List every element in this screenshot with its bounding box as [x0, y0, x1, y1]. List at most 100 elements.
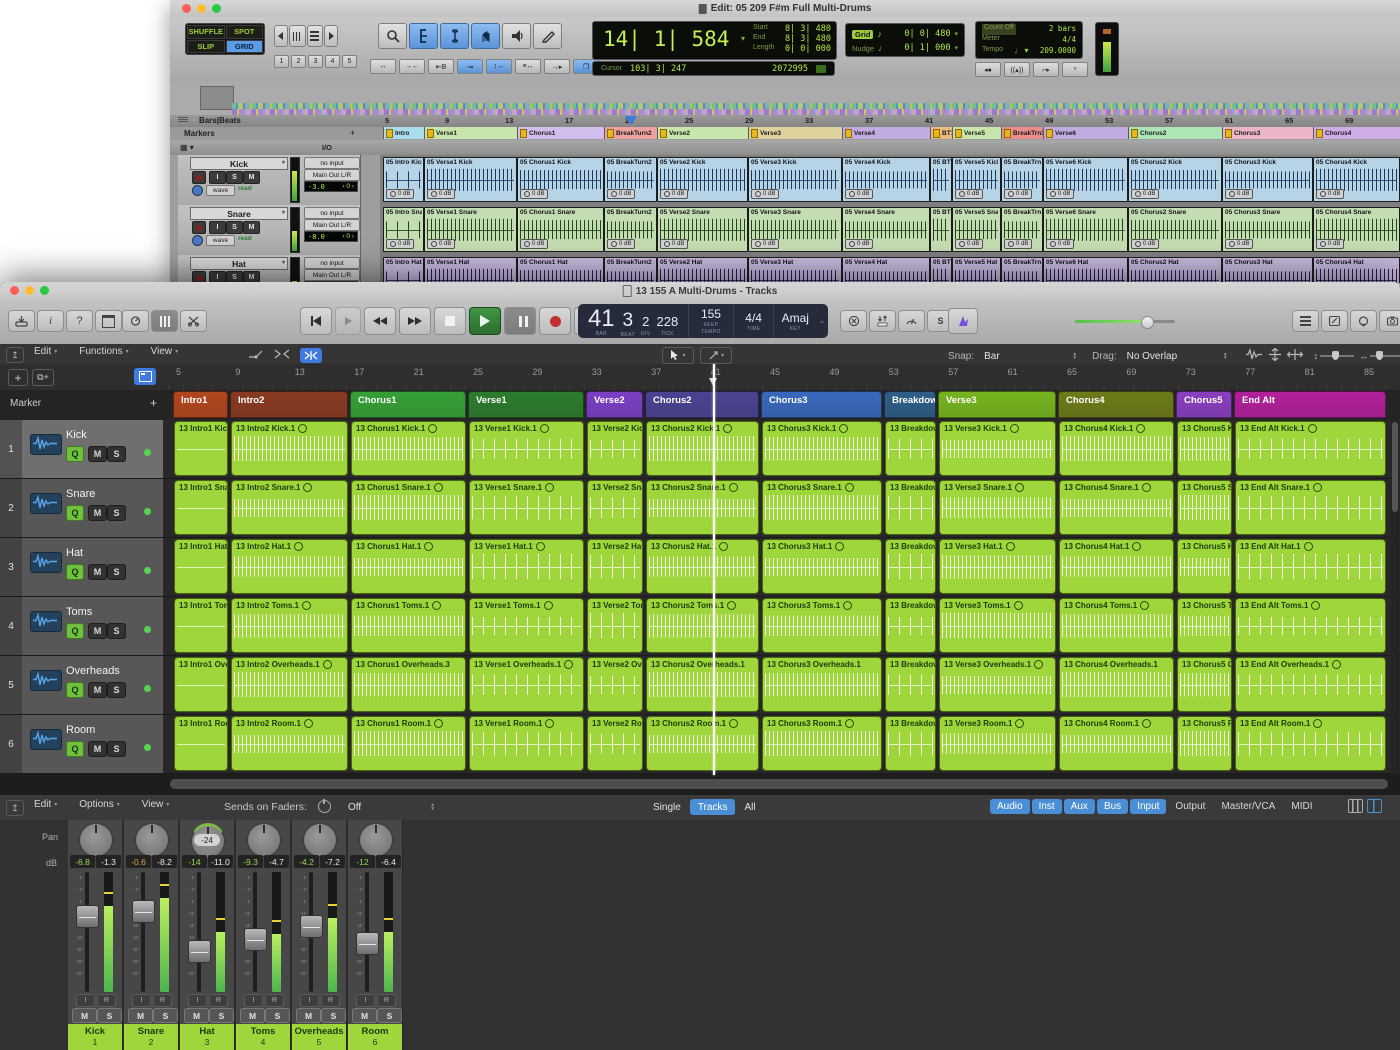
smart-controls-icon[interactable] — [122, 310, 149, 332]
region[interactable]: 13 Chorus4 Hat.1 — [1059, 539, 1174, 594]
region-gain-badge[interactable]: 0 dB — [660, 189, 688, 199]
solo-button[interactable]: S — [321, 1008, 346, 1023]
grid-note-icon[interactable]: ♪ — [877, 29, 882, 39]
section-marker-end-alt[interactable]: End Alt — [1234, 391, 1386, 418]
volume-fader[interactable] — [188, 940, 211, 963]
region-gain-badge[interactable]: 0 dB — [520, 189, 548, 199]
solo-button[interactable]: S — [107, 505, 126, 521]
region[interactable]: 13 Verse3 Hat.1 — [939, 539, 1056, 594]
region-gain-badge[interactable]: 0 dB — [1004, 239, 1032, 249]
volume-fader[interactable] — [356, 932, 379, 955]
pt-region[interactable]: 05 Verse5 Snare0 dB — [952, 207, 1001, 252]
region[interactable]: 13 Verse2 Toms.1 — [587, 598, 643, 653]
region[interactable]: 13 Chorus4 Toms.1 — [1059, 598, 1174, 653]
pt-region[interactable]: 05 Verse5 Hat0 dB — [952, 257, 1001, 283]
region[interactable]: 13 Chorus4 Kick.1 — [1059, 421, 1174, 476]
region[interactable]: 13 Intro2 Kick.1 — [231, 421, 348, 476]
region[interactable]: 13 Breakdown Room.1 — [885, 716, 936, 771]
region[interactable]: 13 Chorus1 Toms.1 — [351, 598, 466, 653]
track-header-room[interactable]: 6RoomQMS — [0, 715, 164, 773]
apple-loops-icon[interactable] — [1350, 310, 1377, 332]
automation-mode-icon[interactable] — [192, 235, 203, 246]
region-gain-badge[interactable]: 0 dB — [955, 189, 983, 199]
region[interactable]: 13 Verse1 Overheads.1 — [469, 657, 584, 712]
counter-dropdown-icon[interactable]: ▾ — [741, 34, 745, 43]
region[interactable]: 13 Verse1 Room.1 — [469, 716, 584, 771]
marker-verse6[interactable]: Verse6 — [1043, 127, 1128, 139]
tempo-label[interactable]: Tempo — [982, 46, 1003, 57]
region-gain-badge[interactable]: 0 dB — [751, 189, 779, 199]
ruler-view-icon[interactable] — [178, 117, 188, 124]
region[interactable]: 13 Intro1 Hat.1 — [174, 539, 228, 594]
region-gain-badge[interactable]: 0 dB — [660, 239, 688, 249]
pt-region[interactable]: 05 BT1 Snare — [930, 207, 952, 252]
section-marker-verse2[interactable]: Verse2 — [586, 391, 643, 418]
marker-intro[interactable]: Intro — [383, 127, 424, 139]
track-name-dropdown-icon[interactable]: ▾ — [282, 259, 285, 266]
count-off-label[interactable]: Count Off — [982, 24, 1016, 35]
forward-icon[interactable] — [399, 307, 431, 335]
pt-region[interactable]: 05 Chorus2 Kick0 dB — [1128, 157, 1222, 202]
automation-read-label[interactable]: read — [238, 235, 252, 242]
pt-region[interactable]: 05 Verse1 Snare0 dB — [424, 207, 517, 252]
mixer-menu-view[interactable]: View▾ — [142, 799, 170, 810]
region[interactable]: 13 Breakdown Snare.1 — [885, 480, 936, 535]
main-counter-lcd[interactable]: 14| 1| 584 ▾ Start8| 3| 480 End8| 3| 480… — [592, 21, 837, 60]
region[interactable]: 13 Chorus5 Snare.1 — [1177, 480, 1232, 535]
volume-thumb[interactable] — [1141, 316, 1154, 329]
editors-icon[interactable] — [180, 310, 207, 332]
mode-slip-button[interactable]: SLIP — [187, 40, 225, 54]
section-marker-intro2[interactable]: Intro2 — [230, 391, 348, 418]
input-selector[interactable]: no input — [304, 207, 360, 219]
region[interactable]: 13 Verse3 Room.1 — [939, 716, 1056, 771]
volume-fader[interactable] — [244, 928, 267, 951]
pt-region[interactable]: 05 Intro Kick0 dB — [383, 157, 424, 202]
browsers-icon[interactable] — [1379, 310, 1400, 332]
horizontal-scrollbar[interactable] — [0, 774, 1400, 796]
solo-button[interactable]: S — [107, 623, 126, 639]
waveform-zoom-icon[interactable] — [1245, 348, 1263, 364]
region[interactable]: 13 Breakdown Hat.1 — [885, 539, 936, 594]
input-monitor-dot[interactable] — [144, 626, 151, 633]
pt-region[interactable]: 05 BreakTurn2 Snare0 dB — [604, 207, 657, 252]
filter-bus[interactable]: Bus — [1097, 799, 1128, 814]
view-tab-tracks[interactable]: Tracks — [690, 799, 736, 815]
region[interactable]: 13 Intro1 Snare.1 — [174, 480, 228, 535]
mute-button[interactable]: M — [88, 741, 107, 757]
solo-button[interactable]: S — [107, 446, 126, 462]
narrow-strips-view-icon[interactable] — [1348, 799, 1363, 813]
pt-region[interactable]: 05 Chorus3 Hat0 dB — [1222, 257, 1313, 283]
region[interactable]: 13 Verse2 Room.1 — [587, 716, 643, 771]
region[interactable]: 13 Chorus4 Overheads.1 — [1059, 657, 1174, 712]
section-marker-chorus3[interactable]: Chorus3 — [761, 391, 882, 418]
region-gain-badge[interactable]: 0 dB — [955, 239, 983, 249]
solo-button[interactable]: S — [209, 1008, 234, 1023]
mute-button[interactable]: M — [72, 1008, 97, 1023]
playhead[interactable] — [713, 364, 715, 775]
merge-icon[interactable]: ⌐▸ — [1033, 62, 1059, 77]
pt-region[interactable]: 05 Chorus4 Kick0 dB — [1313, 157, 1400, 202]
solo-button[interactable]: S — [107, 741, 126, 757]
region[interactable]: 13 Intro1 Room.1 — [174, 716, 228, 771]
input-monitor-dot[interactable] — [144, 567, 151, 574]
grabber-tool-icon[interactable] — [471, 23, 500, 49]
quantize-button[interactable]: Q — [66, 505, 84, 521]
record-icon[interactable] — [539, 307, 571, 335]
grid-value-label[interactable]: Grid — [852, 30, 873, 39]
pt-region[interactable]: 05 Verse1 Hat0 dB — [424, 257, 517, 283]
record-enable-button[interactable]: R — [97, 994, 116, 1007]
nudge-value-label[interactable]: Nudge — [852, 44, 874, 53]
pt-marker-lane[interactable]: IntroVerse1Chorus1BreakTurn2Verse2Verse3… — [380, 127, 1400, 140]
track-header-panel-icon[interactable] — [134, 368, 156, 385]
region-gain-badge[interactable]: 0 dB — [751, 239, 779, 249]
track-header-snare[interactable]: 2SnareQMS — [0, 479, 164, 537]
automation-read-label[interactable]: read — [238, 185, 252, 192]
mute-button[interactable]: M — [296, 1008, 321, 1023]
pt-region[interactable]: 05 Chorus2 Hat0 dB — [1128, 257, 1222, 283]
tracks-menu-edit[interactable]: Edit▾ — [34, 346, 57, 357]
record-enable-button[interactable]: R — [265, 994, 284, 1007]
sends-mode-select[interactable]: Off▴▾ — [342, 799, 440, 815]
pt-region[interactable]: 05 Chorus4 Snare0 dB — [1313, 207, 1400, 252]
record-enable-button[interactable]: R — [153, 994, 172, 1007]
peak-level-display[interactable]: -6.4 — [376, 855, 401, 868]
